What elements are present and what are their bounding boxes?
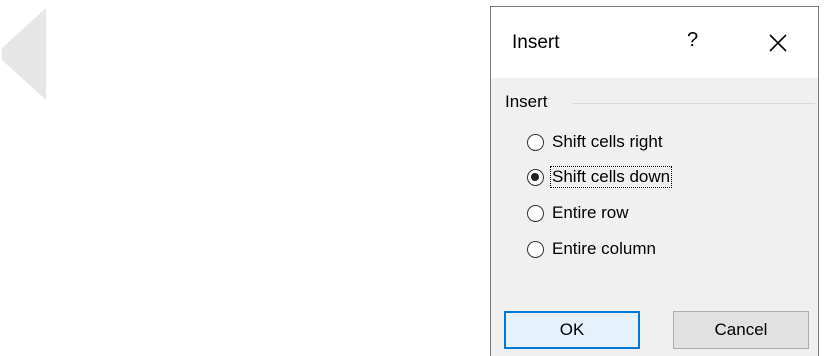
option-shift-cells-down[interactable]: Shift cells down: [527, 164, 673, 190]
option-label: Entire column: [552, 239, 656, 258]
option-label: Shift cells right: [552, 132, 663, 151]
dialog-titlebar: Insert ?: [491, 7, 818, 78]
radio-button-selected[interactable]: [527, 168, 544, 186]
option-label: Entire row: [552, 203, 629, 222]
option-entire-row[interactable]: Entire row: [527, 200, 630, 226]
radio-button[interactable]: [527, 240, 544, 258]
help-button[interactable]: ?: [687, 29, 698, 52]
option-label: Shift cells down: [549, 166, 673, 188]
dialog-title: Insert: [512, 32, 560, 53]
chevron-left-icon[interactable]: [0, 8, 50, 100]
ok-button[interactable]: OK: [504, 311, 640, 349]
group-label: Insert: [505, 92, 554, 112]
radio-button[interactable]: [527, 133, 544, 151]
radio-button[interactable]: [527, 204, 544, 222]
insert-dialog: Insert ? Insert Shift cells right Shift …: [490, 6, 819, 356]
group-divider: [573, 103, 815, 104]
option-shift-cells-right[interactable]: Shift cells right: [527, 129, 664, 155]
option-entire-column[interactable]: Entire column: [527, 236, 657, 262]
close-icon[interactable]: [764, 29, 792, 57]
cancel-button[interactable]: Cancel: [673, 311, 809, 349]
screen: Insert ? Insert Shift cells right Shift …: [0, 0, 825, 356]
